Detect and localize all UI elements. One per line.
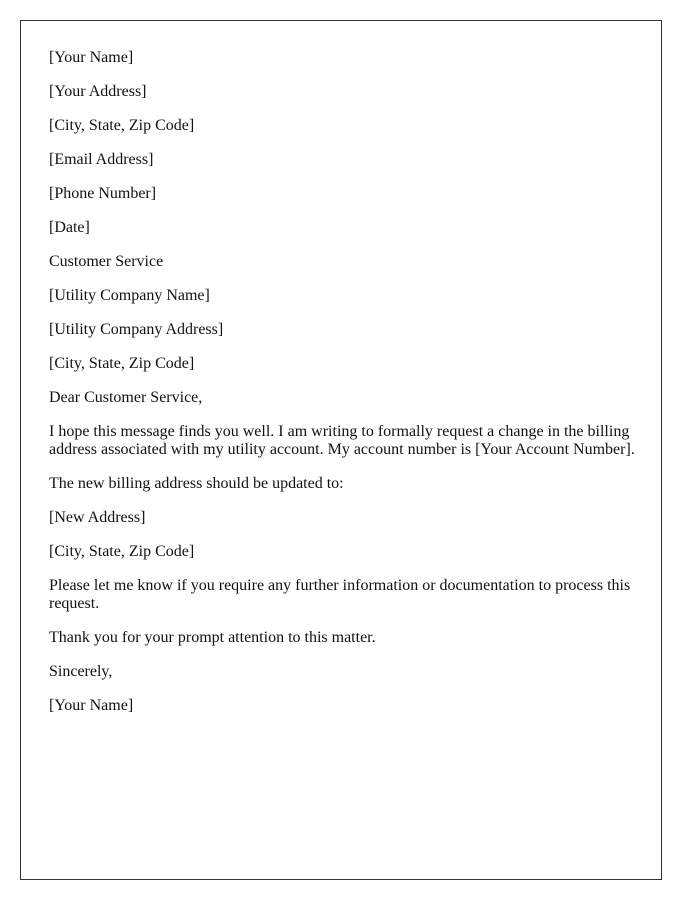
new-city-state-zip: [City, State, Zip Code] (49, 543, 195, 560)
recipient-attention: Customer Service (49, 253, 164, 270)
letter-date: [Date] (49, 219, 90, 236)
sender-phone: [Phone Number] (49, 185, 157, 202)
recipient-city-state-zip: [City, State, Zip Code] (49, 355, 195, 372)
sender-email: [Email Address] (49, 151, 154, 168)
closing-paragraph: Please let me know if you require any fu… (49, 577, 631, 612)
recipient-company-address: [Utility Company Address] (49, 321, 224, 338)
body-paragraph: I hope this message finds you well. I am… (49, 423, 635, 458)
letter-body: [Your Name] [Your Address] [City, State,… (49, 49, 639, 731)
sender-address: [Your Address] (49, 83, 147, 100)
body-paragraph: The new billing address should be update… (49, 475, 344, 492)
salutation: Dear Customer Service, (49, 389, 203, 406)
closing-paragraph: Thank you for your prompt attention to t… (49, 629, 376, 646)
sender-name: [Your Name] (49, 49, 134, 66)
sender-city-state-zip: [City, State, Zip Code] (49, 117, 195, 134)
recipient-company-name: [Utility Company Name] (49, 287, 210, 304)
new-address: [New Address] (49, 509, 146, 526)
closing: Sincerely, (49, 663, 113, 680)
signature: [Your Name] (49, 697, 134, 714)
letter-page: [Your Name] [Your Address] [City, State,… (20, 20, 662, 880)
